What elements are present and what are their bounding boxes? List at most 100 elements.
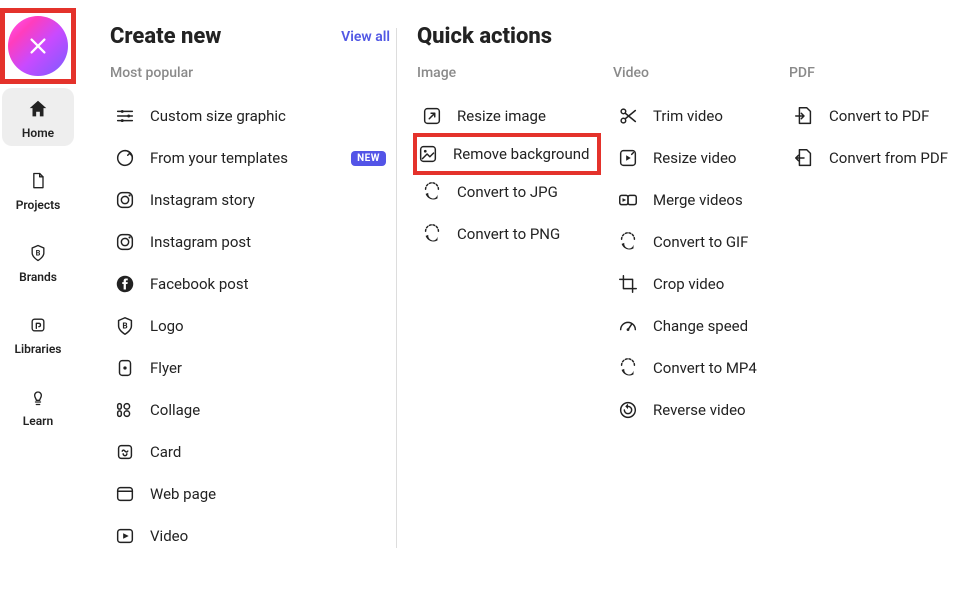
qa-remove-background[interactable]: Remove background (413, 133, 601, 175)
qa-trim-video[interactable]: Trim video (613, 95, 773, 137)
nav-brands[interactable]: B Brands (2, 232, 74, 290)
qa-head-image: Image (417, 65, 597, 81)
item-label: Instagram post (150, 233, 386, 251)
pdf-out-icon (793, 147, 815, 169)
instagram-icon (114, 231, 136, 253)
qa-resize-image[interactable]: Resize image (417, 95, 597, 137)
qa-convert-gif[interactable]: Convert to GIF (613, 221, 773, 263)
sliders-icon (114, 105, 136, 127)
create-instagram-story[interactable]: Instagram story (110, 179, 390, 221)
convert-mp4-icon (617, 357, 639, 379)
scissors-icon (617, 105, 639, 127)
facebook-icon (114, 273, 136, 295)
libraries-icon (27, 314, 49, 336)
create-card[interactable]: Card (110, 431, 390, 473)
qa-convert-to-pdf[interactable]: Convert to PDF (789, 95, 958, 137)
create-collage[interactable]: Collage (110, 389, 390, 431)
create-subhead: Most popular (110, 65, 390, 81)
create-custom-size[interactable]: Custom size graphic (110, 95, 390, 137)
reverse-icon (617, 399, 639, 421)
item-label: Crop video (653, 275, 769, 293)
svg-text:B: B (122, 321, 127, 331)
quick-title: Quick actions (417, 24, 958, 49)
nav-projects[interactable]: Projects (2, 160, 74, 218)
item-label: Facebook post (150, 275, 386, 293)
qa-merge-videos[interactable]: Merge videos (613, 179, 773, 221)
item-label: Remove background (453, 145, 597, 163)
resize-video-icon (617, 147, 639, 169)
item-label: Merge videos (653, 191, 769, 209)
item-label: Instagram story (150, 191, 386, 209)
qa-col-video: Video Trim video Resize video (613, 65, 773, 431)
qa-convert-from-pdf[interactable]: Convert from PDF (789, 137, 958, 179)
shield-b-icon: B (114, 315, 136, 337)
item-label: Logo (150, 317, 386, 335)
home-icon (27, 98, 49, 120)
qa-convert-jpg[interactable]: Convert to JPG (417, 171, 597, 213)
svg-text:B: B (36, 249, 41, 258)
convert-jpg-icon (421, 181, 443, 203)
main-content: Create new View all Most popular Custom … (76, 0, 958, 608)
collage-icon (114, 399, 136, 421)
templates-icon (114, 147, 136, 169)
view-all-link[interactable]: View all (341, 29, 390, 45)
qa-head-video: Video (613, 65, 773, 81)
create-facebook-post[interactable]: Facebook post (110, 263, 390, 305)
webpage-icon (114, 483, 136, 505)
item-label: Change speed (653, 317, 769, 335)
nav-label: Projects (16, 198, 61, 212)
item-label: Trim video (653, 107, 769, 125)
item-label: Convert from PDF (829, 149, 955, 167)
file-icon (27, 170, 49, 192)
item-label: Reverse video (653, 401, 769, 419)
pdf-in-icon (793, 105, 815, 127)
item-label: Card (150, 443, 386, 461)
qa-change-speed[interactable]: Change speed (613, 305, 773, 347)
new-badge: NEW (351, 151, 386, 166)
convert-png-icon (421, 223, 443, 245)
item-label: Convert to GIF (653, 233, 769, 251)
speed-icon (617, 315, 639, 337)
shield-b-icon: B (27, 242, 49, 264)
nav-home[interactable]: Home (2, 88, 74, 146)
quick-actions-section: Quick actions Image Resize image Remove … (417, 24, 958, 608)
nav-label: Brands (19, 270, 57, 284)
qa-col-pdf: PDF Convert to PDF Convert from PDF (789, 65, 958, 431)
card-icon (114, 441, 136, 463)
qa-col-image: Image Resize image Remove background (417, 65, 597, 431)
create-instagram-post[interactable]: Instagram post (110, 221, 390, 263)
nav-learn[interactable]: Learn (2, 376, 74, 434)
crop-icon (617, 273, 639, 295)
qa-reverse-video[interactable]: Reverse video (613, 389, 773, 431)
create-logo[interactable]: B Logo (110, 305, 390, 347)
convert-gif-icon (617, 231, 639, 253)
qa-head-pdf: PDF (789, 65, 958, 81)
nav-label: Learn (23, 414, 53, 428)
nav-label: Libraries (15, 342, 62, 356)
item-label: Video (150, 527, 386, 545)
create-video[interactable]: Video (110, 515, 390, 557)
create-web-page[interactable]: Web page (110, 473, 390, 515)
item-label: Convert to PDF (829, 107, 955, 125)
nav-libraries[interactable]: Libraries (2, 304, 74, 362)
qa-convert-png[interactable]: Convert to PNG (417, 213, 597, 255)
create-new-section: Create new View all Most popular Custom … (110, 24, 390, 608)
instagram-icon (114, 189, 136, 211)
create-from-templates[interactable]: From your templates NEW (110, 137, 390, 179)
qa-crop-video[interactable]: Crop video (613, 263, 773, 305)
create-flyer[interactable]: Flyer (110, 347, 390, 389)
item-label: Resize image (457, 107, 593, 125)
close-button[interactable] (8, 16, 68, 76)
remove-bg-icon (417, 143, 439, 165)
nav-label: Home (22, 126, 54, 140)
qa-resize-video[interactable]: Resize video (613, 137, 773, 179)
video-icon (114, 525, 136, 547)
left-sidebar: Home Projects B Brands Libraries Learn (0, 0, 76, 608)
item-label: From your templates (150, 149, 351, 167)
item-label: Web page (150, 485, 386, 503)
qa-convert-mp4[interactable]: Convert to MP4 (613, 347, 773, 389)
close-icon (27, 35, 49, 57)
resize-image-icon (421, 105, 443, 127)
item-label: Convert to PNG (457, 225, 593, 243)
item-label: Resize video (653, 149, 769, 167)
